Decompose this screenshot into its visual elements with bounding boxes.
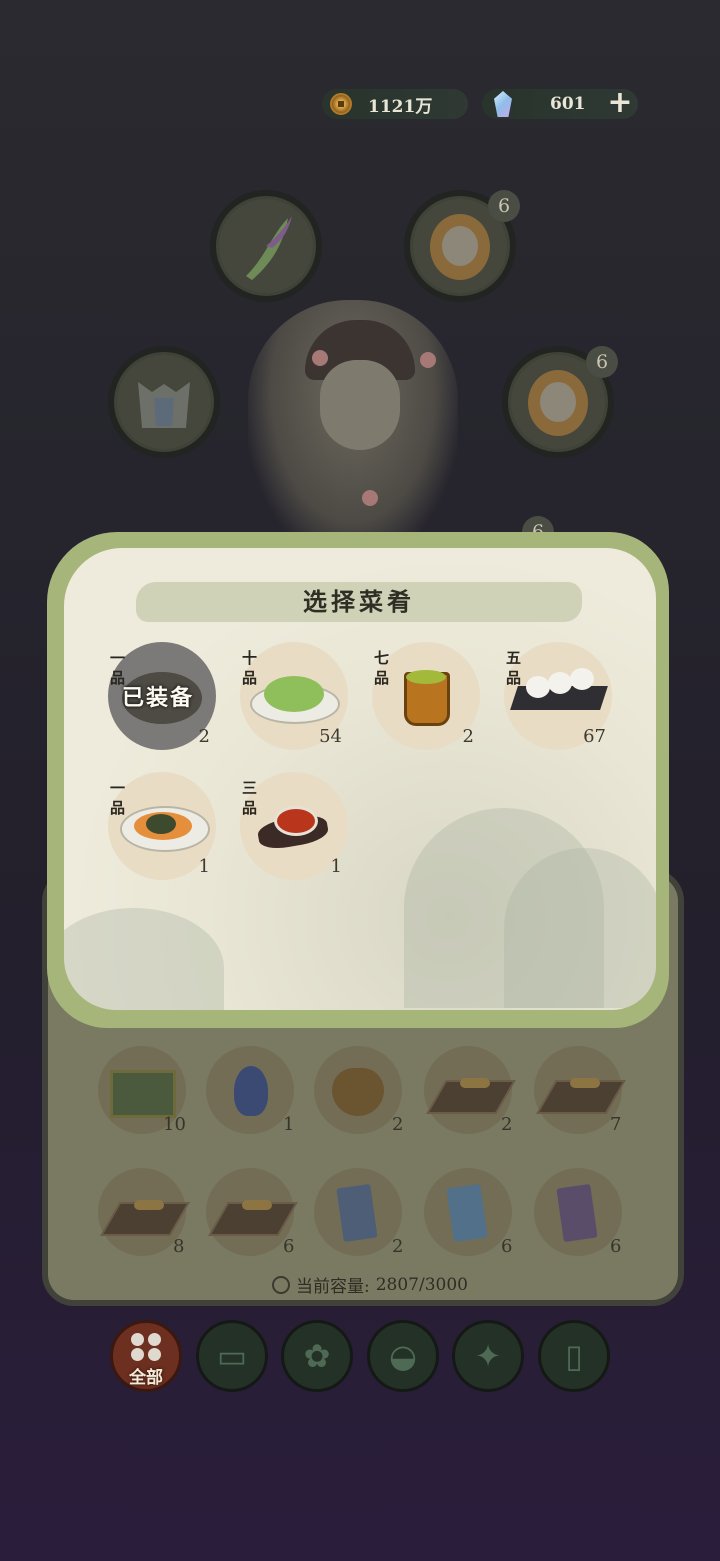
log-icon: ▭ [216, 1337, 248, 1375]
tab-materials[interactable]: ▭ [196, 1320, 268, 1392]
gem-icon [494, 91, 512, 117]
capacity-label: 当前容量: [296, 1277, 370, 1297]
level-badge: 6 [586, 346, 618, 378]
capacity-indicator: 当前容量: 2807/3000 [272, 1272, 468, 1297]
inventory-item[interactable] [314, 1168, 402, 1256]
capacity-icon [272, 1275, 290, 1294]
coin-counter: 1121万 [322, 89, 468, 119]
inventory-item[interactable] [314, 1046, 402, 1134]
item-count: 1 [283, 1114, 295, 1135]
dish-grade: 五品 [506, 649, 522, 687]
item-count: 10 [163, 1114, 186, 1135]
inventory-item[interactable] [534, 1046, 626, 1134]
item-count: 6 [610, 1236, 622, 1257]
inventory-item[interactable] [424, 1046, 516, 1134]
game-screen: { "currency": { "coins": "1121万", "gems"… [0, 0, 720, 1561]
item-count: 7 [610, 1114, 622, 1135]
add-gems-button[interactable]: + [606, 88, 634, 118]
item-count: 6 [283, 1236, 295, 1257]
blue-scroll-icon [336, 1183, 378, 1243]
tab-scrolls[interactable]: ▯ [538, 1320, 610, 1392]
popup-title: 选择菜肴 [136, 582, 582, 622]
item-count: 2 [392, 1114, 404, 1135]
character-face [320, 360, 400, 450]
blue-scroll-icon [446, 1183, 488, 1243]
equip-slot-weapon[interactable] [210, 190, 322, 302]
coin-icon [330, 93, 352, 115]
item-count: 2 [392, 1236, 404, 1257]
flower-ornament [362, 490, 378, 506]
dish-count: 54 [319, 726, 342, 747]
dish-count: 1 [198, 856, 210, 877]
mountain-decoration [64, 908, 224, 1010]
dish-count: 67 [583, 726, 606, 747]
dish-count: 2 [198, 726, 210, 747]
item-count: 6 [501, 1236, 513, 1257]
inventory-item[interactable] [206, 1168, 298, 1256]
tab-all-label: 全部 [129, 1368, 163, 1388]
blue-flame-icon [234, 1066, 268, 1116]
dish-grade: 十品 [242, 649, 258, 687]
rice-bowl-icon: ◒ [389, 1337, 417, 1375]
equip-slot-armor[interactable] [108, 346, 220, 458]
gem-amount: 601 [550, 94, 586, 114]
landscape-painting-icon [110, 1070, 176, 1118]
scroll-icon: ▯ [565, 1337, 583, 1375]
mountain-decoration [504, 848, 656, 1008]
map-piece-icon: ✦ [474, 1337, 502, 1375]
cloth-bag-icon [332, 1068, 384, 1116]
herb-icon: ✿ [303, 1337, 331, 1375]
gem-counter: 601 + [482, 88, 638, 119]
armor-icon [138, 382, 190, 428]
inventory-item[interactable] [206, 1046, 294, 1134]
level-badge: 6 [488, 190, 520, 222]
dish-count: 1 [330, 856, 342, 877]
item-count: 2 [501, 1114, 513, 1135]
tab-maps[interactable]: ✦ [452, 1320, 524, 1392]
dish-grade: 三品 [242, 779, 258, 817]
flower-ornament [312, 350, 328, 366]
item-count: 8 [173, 1236, 185, 1257]
inventory-item[interactable] [534, 1168, 622, 1256]
coin-amount: 1121万 [368, 96, 433, 117]
tab-all[interactable]: 全部 [110, 1320, 182, 1392]
all-grid-icon [131, 1333, 163, 1365]
tab-food[interactable]: ◒ [367, 1320, 439, 1392]
tab-herbs[interactable]: ✿ [281, 1320, 353, 1392]
dish-grade: 一品 [110, 779, 126, 817]
purple-scroll-icon [556, 1183, 598, 1243]
dish-count: 2 [462, 726, 474, 747]
flower-ornament [420, 352, 436, 368]
capacity-value: 2807/3000 [375, 1274, 468, 1295]
dish-grade: 七品 [374, 649, 390, 687]
jade-blade-icon [246, 216, 292, 280]
equipped-label: 已装备 [122, 685, 195, 711]
inventory-item[interactable] [424, 1168, 512, 1256]
